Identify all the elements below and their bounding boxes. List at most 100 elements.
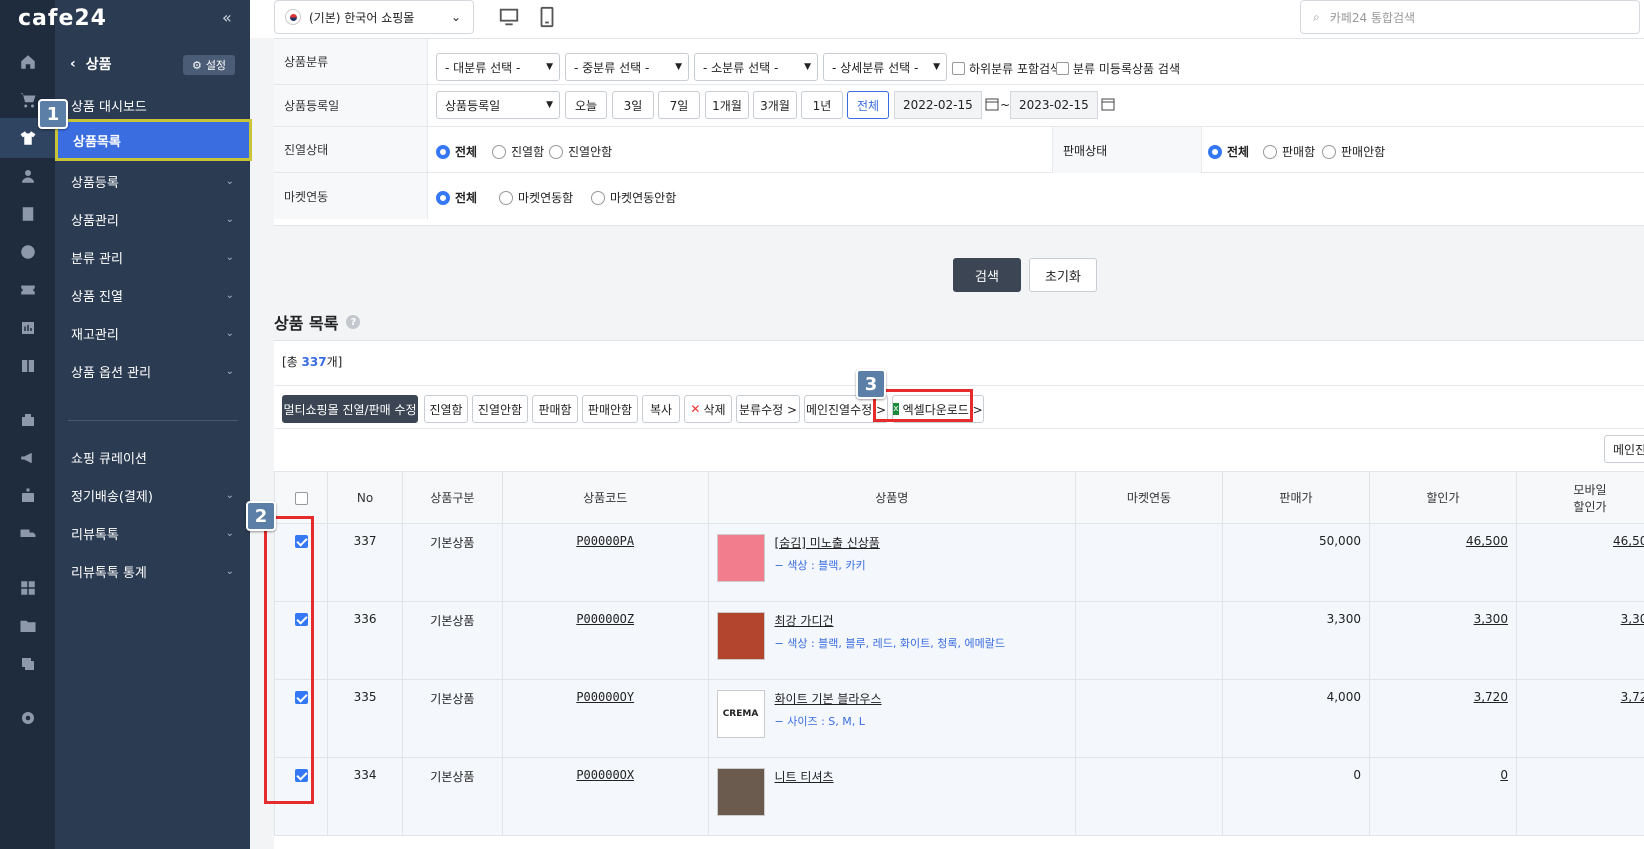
date-btn-3d[interactable]: 3일	[612, 91, 654, 119]
book-icon[interactable]	[0, 346, 55, 386]
home-icon[interactable]	[0, 42, 55, 82]
date-to-input[interactable]: 2023-02-15	[1010, 91, 1098, 119]
sale-price-link[interactable]: 46,500	[1466, 534, 1508, 548]
display-off-button[interactable]: 진열안함	[472, 395, 528, 423]
menu-item-dashboard[interactable]: 상품 대시보드	[55, 86, 250, 124]
addapp-icon[interactable]	[0, 476, 55, 516]
sale-radio-on[interactable]: 판매함	[1263, 143, 1315, 160]
category-edit-button[interactable]: 분류수정 >	[736, 395, 800, 423]
category-medium-select[interactable]: - 중분류 선택 - ▼	[565, 53, 689, 81]
product-thumbnail[interactable]	[716, 768, 765, 816]
radio[interactable]	[591, 190, 605, 205]
display-radio-all[interactable]: 전체	[436, 143, 477, 160]
radio[interactable]	[1208, 144, 1222, 159]
market-radio-off[interactable]: 마켓연동안함	[591, 189, 676, 206]
sale-radio-off[interactable]: 판매안함	[1322, 143, 1385, 160]
delete-button[interactable]: ✕ 삭제	[684, 395, 732, 423]
palette-icon[interactable]	[0, 232, 55, 272]
sale-price-link[interactable]: 3,720	[1474, 690, 1508, 704]
mobile-price-link[interactable]: 46,500	[1613, 534, 1644, 548]
product-code-link[interactable]: P00000OX	[576, 768, 634, 782]
copy-icon[interactable]	[0, 644, 55, 684]
checkbox[interactable]	[952, 62, 965, 75]
menu-item-options[interactable]: 상품 옵션 관리 ⌄	[55, 352, 250, 390]
product-code-link[interactable]: P00000OZ	[576, 612, 634, 626]
settings-button[interactable]: ⚙ 설정	[183, 55, 235, 75]
include-sub-checkbox[interactable]: 하위분류 포함검색	[952, 60, 1061, 77]
chart-icon[interactable]	[0, 308, 55, 348]
cafe24-logo[interactable]: cafe24	[18, 6, 107, 31]
search-button[interactable]: 검색	[953, 258, 1021, 292]
mobile-view-icon[interactable]	[536, 6, 558, 28]
date-btn-3m[interactable]: 3개월	[753, 91, 797, 119]
mobile-price-link[interactable]: 3,300	[1621, 612, 1644, 626]
ticket-icon[interactable]	[0, 270, 55, 310]
radio[interactable]	[1322, 144, 1336, 159]
reset-button[interactable]: 초기화	[1029, 258, 1097, 292]
product-thumbnail[interactable]	[716, 612, 765, 660]
category-large-select[interactable]: - 대분류 선택 - ▼	[436, 53, 560, 81]
product-code-link[interactable]: P00000OY	[576, 690, 634, 704]
menu-item-product-register[interactable]: 상품등록 ⌄	[55, 162, 250, 200]
product-code-link[interactable]: P00000PA	[576, 534, 634, 548]
truck-icon[interactable]	[0, 514, 55, 554]
product-name-link[interactable]: 최강 가디건	[775, 612, 1005, 629]
menu-item-product-list[interactable]: 상품목록	[55, 119, 252, 161]
date-btn-all[interactable]: 전체	[847, 91, 889, 119]
menu-item-display[interactable]: 상품 진열 ⌄	[55, 276, 250, 314]
menu-item-product-manage[interactable]: 상품관리 ⌄	[55, 200, 250, 238]
checkbox[interactable]	[1056, 62, 1069, 75]
date-btn-1y[interactable]: 1년	[801, 91, 843, 119]
gear-icon[interactable]	[0, 698, 55, 738]
copy-button[interactable]: 복사	[642, 395, 680, 423]
desktop-view-icon[interactable]	[498, 6, 520, 28]
display-on-button[interactable]: 진열함	[424, 395, 468, 423]
date-btn-1m[interactable]: 1개월	[705, 91, 749, 119]
board-icon[interactable]	[0, 194, 55, 234]
category-detail-select[interactable]: - 상세분류 선택 - ▼	[823, 53, 947, 81]
product-name-link[interactable]: 화이트 기본 블라우스	[775, 690, 882, 707]
menu-item-review-stats[interactable]: 리뷰톡톡 통계 ⌄	[55, 552, 250, 590]
sale-price-link[interactable]: 3,300	[1474, 612, 1508, 626]
menu-item-subscription[interactable]: 정기배송(결제) ⌄	[55, 476, 250, 514]
display-radio-on[interactable]: 진열함	[492, 143, 544, 160]
radio[interactable]	[436, 144, 450, 159]
menu-item-stock[interactable]: 재고관리 ⌄	[55, 314, 250, 352]
unassigned-checkbox[interactable]: 분류 미등록상품 검색	[1056, 60, 1180, 77]
category-small-select[interactable]: - 소분류 선택 - ▼	[694, 53, 818, 81]
menu-item-review[interactable]: 리뷰톡톡 ⌄	[55, 514, 250, 552]
radio[interactable]	[499, 190, 513, 205]
calendar-icon[interactable]	[1101, 97, 1115, 111]
date-btn-today[interactable]: 오늘	[565, 91, 607, 119]
sale-off-button[interactable]: 판매안함	[582, 395, 638, 423]
global-search-input[interactable]: ⌕ 카페24 통합검색	[1300, 0, 1640, 34]
radio[interactable]	[549, 144, 563, 159]
main-display-right-button[interactable]: 메인진	[1604, 435, 1644, 463]
menu-title[interactable]: ‹ 상품	[70, 54, 112, 74]
product-name-link[interactable]: 니트 티셔츠	[775, 768, 834, 785]
sale-price-link[interactable]: 0	[1500, 768, 1508, 782]
product-name-link[interactable]: [숨김] 미노출 신상품	[775, 534, 880, 551]
date-from-input[interactable]: 2022-02-15	[894, 91, 982, 119]
user-icon[interactable]	[0, 156, 55, 196]
market-radio-on[interactable]: 마켓연동함	[499, 189, 573, 206]
date-btn-7d[interactable]: 7일	[658, 91, 700, 119]
shop-select[interactable]: (기본) 한국어 쇼핑몰 ⌄	[274, 0, 474, 34]
sale-radio-all[interactable]: 전체	[1208, 143, 1249, 160]
select-all-checkbox[interactable]	[294, 491, 308, 505]
folder-icon[interactable]	[0, 606, 55, 646]
help-icon[interactable]: ?	[346, 315, 361, 329]
market-radio-all[interactable]: 전체	[436, 189, 477, 206]
sale-on-button[interactable]: 판매함	[532, 395, 578, 423]
product-thumbnail[interactable]	[716, 534, 765, 582]
collapse-menu-button[interactable]: «	[222, 8, 232, 27]
date-type-select[interactable]: 상품등록일 ▼	[436, 91, 560, 119]
menu-item-curation[interactable]: 쇼핑 큐레이션	[55, 438, 250, 476]
radio[interactable]	[436, 190, 450, 205]
calendar-icon[interactable]	[985, 97, 999, 111]
apps-icon[interactable]	[0, 568, 55, 608]
radio[interactable]	[492, 144, 506, 159]
radio[interactable]	[1263, 144, 1277, 159]
display-radio-off[interactable]: 진열안함	[549, 143, 612, 160]
mobile-price-link[interactable]: 3,720	[1621, 690, 1644, 704]
